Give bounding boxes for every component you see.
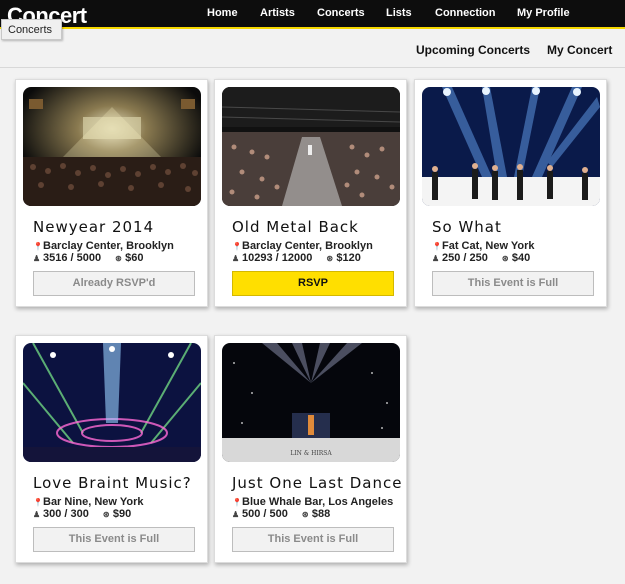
person-icon: ♟ <box>232 254 240 263</box>
concert-card[interactable]: Old Metal Back 📍Barclay Center, Brooklyn… <box>214 79 407 307</box>
already-rsvpd-button[interactable]: Already RSVP'd <box>33 271 195 296</box>
concert-title: Just One Last Dance <box>232 474 403 492</box>
attendance-count: 300 / 300 <box>43 508 89 520</box>
nav-my-profile[interactable]: My Profile <box>517 7 570 19</box>
concert-card[interactable]: Love Braint Music? 📍Bar Nine, New York ♟… <box>15 335 208 563</box>
concert-title: Old Metal Back <box>232 218 359 236</box>
ticket-price: $40 <box>511 252 531 264</box>
ticket-price: $88 <box>311 508 331 520</box>
concert-card[interactable]: Newyear 2014 📍Barclay Center, Brooklyn ♟… <box>15 79 208 307</box>
person-icon: ♟ <box>33 254 41 263</box>
tooltip: Concerts <box>1 19 62 40</box>
concert-photo <box>422 87 600 206</box>
concert-location: 📍Bar Nine, New York <box>33 496 144 508</box>
concert-photo <box>222 87 400 206</box>
attendance-count: 3516 / 5000 <box>43 252 102 264</box>
ticket-price: $90 <box>112 508 132 520</box>
concert-title: Newyear 2014 <box>33 218 155 236</box>
concert-card[interactable]: LIN & HIRSA Just One Last Dance 📍Blue Wh… <box>214 335 407 563</box>
concert-stats: ♟ 10293 / 12000 ⊛ $120 <box>232 252 361 264</box>
rsvp-button[interactable]: RSVP <box>232 271 394 296</box>
ticket-icon: ⊛ <box>102 510 110 519</box>
pin-icon: 📍 <box>33 498 43 507</box>
ticket-icon: ⊛ <box>115 254 122 263</box>
ticket-icon: ⊛ <box>326 254 334 263</box>
concert-photo <box>23 343 201 462</box>
concert-card[interactable]: So What 📍Fat Cat, New York ♟ 250 / 250 ⊛ $4… <box>414 79 607 307</box>
concert-photo <box>23 87 201 206</box>
person-icon: ♟ <box>33 510 41 519</box>
ticket-icon: ⊛ <box>301 510 309 519</box>
person-icon: ♟ <box>232 510 240 519</box>
nav-concerts[interactable]: Concerts <box>317 7 365 19</box>
tab-my-concert[interactable]: My Concert <box>547 43 612 57</box>
ticket-price: $120 <box>336 252 361 264</box>
nav-artists[interactable]: Artists <box>260 7 295 19</box>
concert-stats: ♟ 500 / 500 ⊛ $88 <box>232 508 330 520</box>
attendance-count: 10293 / 12000 <box>242 252 313 264</box>
tab-upcoming-concerts[interactable]: Upcoming Concerts <box>416 43 530 57</box>
ticket-icon: ⊛ <box>501 254 509 263</box>
person-icon: ♟ <box>432 254 440 263</box>
pin-icon: 📍 <box>33 242 43 251</box>
concert-photo: LIN & HIRSA <box>222 343 400 462</box>
divider <box>0 67 625 68</box>
ticket-price: $60 <box>125 252 144 264</box>
concert-location: 📍Barclay Center, Brooklyn <box>232 240 373 252</box>
concert-stats: ♟ 3516 / 5000 ⊛ $60 <box>33 252 143 264</box>
event-full-button[interactable]: This Event is Full <box>33 527 195 552</box>
concert-location: 📍Barclay Center, Brooklyn <box>33 240 174 252</box>
concert-title: So What <box>432 218 502 236</box>
pin-icon: 📍 <box>432 242 442 251</box>
event-full-button[interactable]: This Event is Full <box>232 527 394 552</box>
concert-location: 📍Fat Cat, New York <box>432 240 535 252</box>
nav-home[interactable]: Home <box>207 7 238 19</box>
pin-icon: 📍 <box>232 242 242 251</box>
pin-icon: 📍 <box>232 498 242 507</box>
attendance-count: 500 / 500 <box>242 508 288 520</box>
photo-caption: LIN & HIRSA <box>290 450 332 457</box>
attendance-count: 250 / 250 <box>442 252 488 264</box>
nav-lists[interactable]: Lists <box>386 7 412 19</box>
concert-title: Love Braint Music? <box>33 474 192 492</box>
concert-location: 📍Blue Whale Bar, Los Angeles <box>232 496 394 508</box>
top-nav-bar: Concert Home Artists Concerts Lists Conn… <box>0 0 625 29</box>
event-full-button[interactable]: This Event is Full <box>432 271 594 296</box>
nav-connection[interactable]: Connection <box>435 7 496 19</box>
concert-stats: ♟ 300 / 300 ⊛ $90 <box>33 508 131 520</box>
concert-stats: ♟ 250 / 250 ⊛ $40 <box>432 252 530 264</box>
